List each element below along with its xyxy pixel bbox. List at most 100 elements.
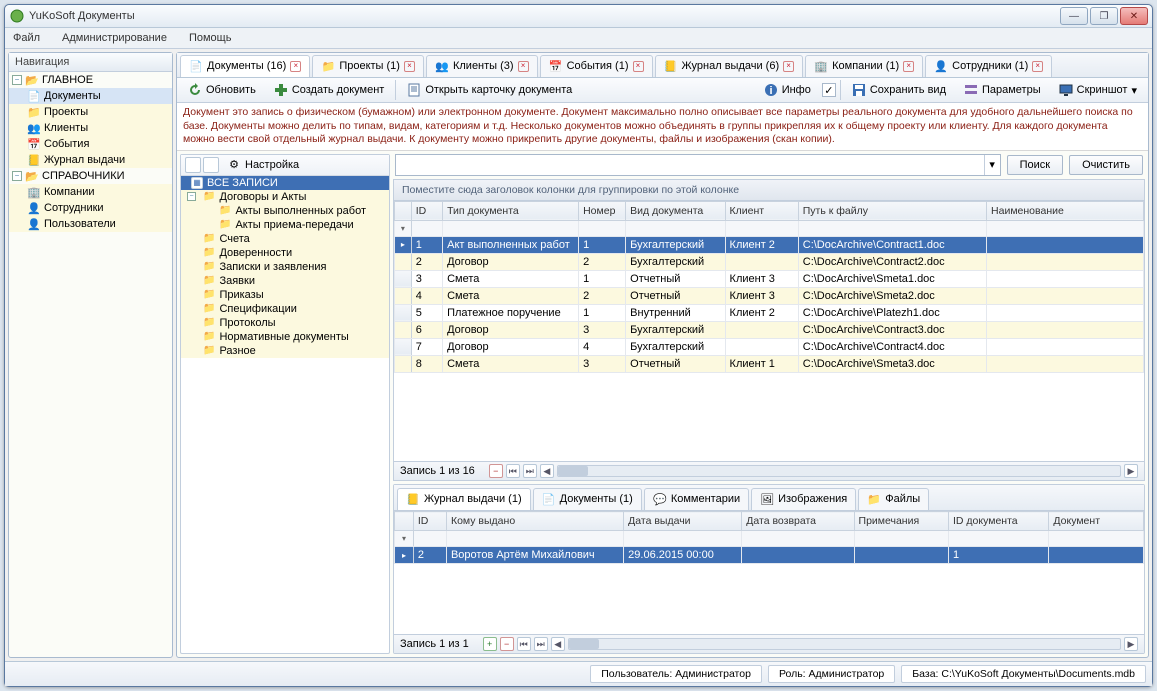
cat-item[interactable]: Акты выполненных работ xyxy=(181,204,389,218)
filter-cell[interactable] xyxy=(725,220,798,236)
group-hint[interactable]: Поместите сюда заголовок колонки для гру… xyxy=(394,180,1144,201)
filter-cell[interactable] xyxy=(446,531,623,547)
column-header[interactable]: ID xyxy=(411,201,442,220)
nav-item[interactable]: 📒Журнал выдачи xyxy=(9,152,172,168)
search-button[interactable]: Поиск xyxy=(1007,155,1063,175)
d-delete[interactable]: − xyxy=(500,637,514,651)
cat-group[interactable]: −Договоры и Акты xyxy=(181,190,389,204)
column-header[interactable]: ID документа xyxy=(949,512,1049,531)
column-header[interactable]: Документ xyxy=(1049,512,1144,531)
cat-item[interactable]: Заявки xyxy=(181,274,389,288)
filter-cell[interactable] xyxy=(742,531,854,547)
close-icon[interactable]: × xyxy=(903,61,914,72)
maximize-button[interactable]: ❐ xyxy=(1090,7,1118,25)
tab[interactable]: 🏢Компании (1)× xyxy=(805,55,923,77)
config-button[interactable]: ⚙ Настройка xyxy=(221,157,305,173)
column-header[interactable]: Кому выдано xyxy=(446,512,623,531)
filter-cell[interactable] xyxy=(949,531,1049,547)
close-icon[interactable]: × xyxy=(783,61,794,72)
info-checkbox[interactable]: ✓ xyxy=(822,83,836,97)
close-icon[interactable]: × xyxy=(404,61,415,72)
menu-file[interactable]: Файл xyxy=(11,30,42,46)
nav-item[interactable]: 📁Проекты xyxy=(9,104,172,120)
open-card-button[interactable]: Открыть карточку документа xyxy=(400,80,579,100)
h-scrollbar[interactable] xyxy=(557,465,1121,477)
nav-item[interactable]: 📅События xyxy=(9,136,172,152)
close-button[interactable]: ✕ xyxy=(1120,7,1148,25)
nav-prev[interactable]: ◀ xyxy=(540,464,554,478)
column-header[interactable]: ID xyxy=(413,512,446,531)
nav-item[interactable]: 👤Сотрудники xyxy=(9,200,172,216)
info-button[interactable]: i Инфо xyxy=(757,80,818,100)
dropdown-icon[interactable]: ▾ xyxy=(984,155,1000,175)
params-button[interactable]: Параметры xyxy=(957,80,1048,100)
column-header[interactable]: Вид документа xyxy=(626,201,725,220)
filter-cell[interactable] xyxy=(411,220,442,236)
column-header[interactable]: Клиент xyxy=(725,201,798,220)
d-last[interactable]: ⏭ xyxy=(534,637,548,651)
detail-table[interactable]: IDКому выданоДата выдачиДата возвратаПри… xyxy=(394,511,1144,564)
detail-tab[interactable]: 📄Документы (1) xyxy=(533,488,642,510)
close-icon[interactable]: × xyxy=(518,61,529,72)
nav-next[interactable]: ▶ xyxy=(1124,464,1138,478)
cat-all[interactable]: ▦ВСЕ ЗАПИСИ xyxy=(181,176,389,190)
close-icon[interactable]: × xyxy=(1032,61,1043,72)
d-first[interactable]: ⏮ xyxy=(517,637,531,651)
column-header[interactable]: Путь к файлу xyxy=(798,201,986,220)
column-header[interactable]: Дата выдачи xyxy=(624,512,742,531)
d-scrollbar[interactable] xyxy=(568,638,1121,650)
table-row[interactable]: 4Смета2ОтчетныйКлиент 3C:\DocArchive\Sme… xyxy=(395,287,1144,304)
cat-item[interactable]: Записки и заявления xyxy=(181,260,389,274)
cat-item[interactable]: Счета xyxy=(181,232,389,246)
detail-tab[interactable]: 💬Комментарии xyxy=(644,488,749,510)
cat-item[interactable]: Протоколы xyxy=(181,316,389,330)
column-header[interactable]: Примечания xyxy=(854,512,949,531)
tab[interactable]: 📁Проекты (1)× xyxy=(312,55,424,77)
refresh-button[interactable]: Обновить xyxy=(181,80,263,100)
nav-first[interactable]: ⏮ xyxy=(506,464,520,478)
column-header[interactable]: Наименование xyxy=(987,201,1144,220)
column-header[interactable]: Тип документа xyxy=(443,201,579,220)
filter-cell[interactable] xyxy=(1049,531,1144,547)
detail-tab[interactable]: 📒Журнал выдачи (1) xyxy=(397,488,531,510)
create-document-button[interactable]: Создать документ xyxy=(267,80,392,100)
close-icon[interactable]: × xyxy=(633,61,644,72)
cat-btn-2[interactable] xyxy=(203,157,219,173)
nav-group[interactable]: −📂СПРАВОЧНИКИ xyxy=(9,168,172,184)
tab[interactable]: 👤Сотрудники (1)× xyxy=(925,55,1052,77)
filter-cell[interactable] xyxy=(443,220,579,236)
tab[interactable]: 📒Журнал выдачи (6)× xyxy=(655,55,804,77)
d-prev[interactable]: ◀ xyxy=(551,637,565,651)
cat-btn-1[interactable] xyxy=(185,157,201,173)
detail-tab[interactable]: 🖼Изображения xyxy=(751,488,856,510)
menu-help[interactable]: Помощь xyxy=(187,30,234,46)
save-view-button[interactable]: Сохранить вид xyxy=(845,80,953,100)
search-input[interactable] xyxy=(396,159,984,171)
data-table[interactable]: IDТип документаНомерВид документаКлиентП… xyxy=(394,201,1144,373)
nav-last[interactable]: ⏭ xyxy=(523,464,537,478)
menu-admin[interactable]: Администрирование xyxy=(60,30,169,46)
table-row[interactable]: 2Договор2БухгалтерскийC:\DocArchive\Cont… xyxy=(395,253,1144,270)
cat-item[interactable]: Акты приема-передачи xyxy=(181,218,389,232)
search-combo[interactable]: ▾ xyxy=(395,154,1001,176)
cat-item[interactable]: Разное xyxy=(181,344,389,358)
cat-item[interactable]: Спецификации xyxy=(181,302,389,316)
filter-cell[interactable] xyxy=(987,220,1144,236)
d-add[interactable]: + xyxy=(483,637,497,651)
nav-item[interactable]: 👥Клиенты xyxy=(9,120,172,136)
table-row[interactable]: ▸1Акт выполненных работ1БухгалтерскийКли… xyxy=(395,236,1144,253)
nav-item[interactable]: 📄Документы xyxy=(9,88,172,104)
table-row[interactable]: ▸2Воротов Артём Михайлович29.06.2015 00:… xyxy=(395,547,1144,564)
table-row[interactable]: 7Договор4БухгалтерскийC:\DocArchive\Cont… xyxy=(395,338,1144,355)
table-row[interactable]: 3Смета1ОтчетныйКлиент 3C:\DocArchive\Sme… xyxy=(395,270,1144,287)
filter-icon[interactable]: ▾ xyxy=(395,531,414,547)
d-next[interactable]: ▶ xyxy=(1124,637,1138,651)
column-header[interactable]: Номер xyxy=(579,201,626,220)
cat-item[interactable]: Нормативные документы xyxy=(181,330,389,344)
nav-item[interactable]: 👤Пользователи xyxy=(9,216,172,232)
cat-item[interactable]: Приказы xyxy=(181,288,389,302)
filter-icon[interactable]: ▾ xyxy=(395,220,412,236)
filter-cell[interactable] xyxy=(579,220,626,236)
table-row[interactable]: 6Договор3БухгалтерскийC:\DocArchive\Cont… xyxy=(395,321,1144,338)
nav-item[interactable]: 🏢Компании xyxy=(9,184,172,200)
